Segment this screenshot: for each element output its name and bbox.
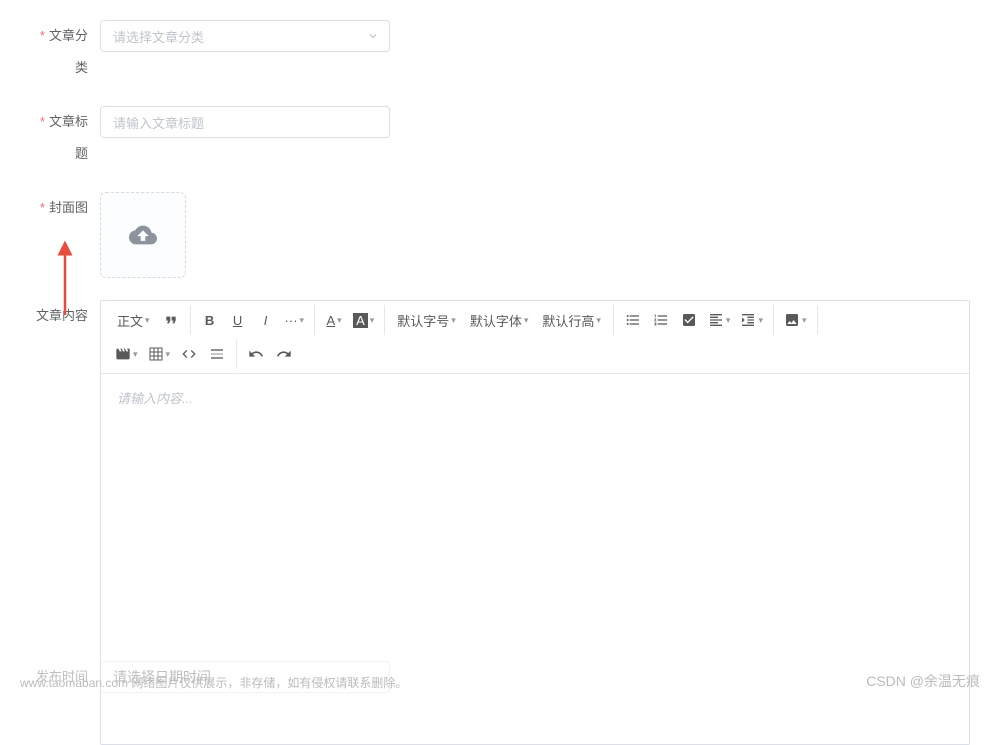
- title-input[interactable]: 请输入文章标题: [100, 106, 390, 138]
- caret-down-icon: ▾: [300, 315, 305, 326]
- cover-content: [100, 192, 970, 278]
- caret-down-icon: ▾: [337, 315, 342, 326]
- font-size-select[interactable]: 默认字号▾: [391, 307, 462, 333]
- toolbar-row-2: ▾ ▾: [105, 335, 965, 369]
- cover-label: 封面图: [30, 192, 100, 224]
- bold-button[interactable]: B: [197, 307, 223, 333]
- caret-down-icon: ▾: [451, 315, 456, 326]
- underline-button[interactable]: U: [225, 307, 251, 333]
- category-select[interactable]: 请选择文章分类: [100, 20, 390, 52]
- toolbar-group-history: [237, 339, 303, 369]
- heading-select[interactable]: 正文▾: [111, 307, 156, 333]
- category-row: 文章分类 请选择文章分类: [30, 20, 970, 84]
- bullet-list-button[interactable]: [620, 307, 646, 333]
- caret-down-icon: ▾: [133, 349, 138, 360]
- title-content: 请输入文章标题: [100, 106, 970, 138]
- article-form: 文章分类 请选择文章分类 文章标题 请输入文章标题 封面图: [0, 0, 1000, 745]
- toolbar-group-font: 默认字号▾ 默认字体▾ 默认行高▾: [385, 305, 614, 335]
- caret-down-icon: ▾: [802, 315, 807, 326]
- bg-color-button[interactable]: A▾: [349, 307, 378, 333]
- redo-button[interactable]: [271, 341, 297, 367]
- chevron-down-icon: [367, 30, 379, 42]
- code-button[interactable]: [176, 341, 202, 367]
- line-height-select[interactable]: 默认行高▾: [536, 307, 607, 333]
- toolbar-group-media: ▾: [774, 305, 818, 335]
- caret-down-icon: ▾: [370, 315, 375, 326]
- italic-button[interactable]: I: [253, 307, 279, 333]
- title-placeholder: 请输入文章标题: [113, 113, 204, 132]
- caret-down-icon: ▾: [166, 349, 171, 360]
- toolbar-group-format: B U I ···▾: [191, 305, 316, 335]
- watermark-right: CSDN @余温无痕: [866, 671, 980, 691]
- title-row: 文章标题 请输入文章标题: [30, 106, 970, 170]
- todo-list-button[interactable]: [676, 307, 702, 333]
- table-button[interactable]: ▾: [144, 341, 175, 367]
- cover-row: 封面图: [30, 192, 970, 278]
- font-family-select[interactable]: 默认字体▾: [464, 307, 535, 333]
- category-placeholder: 请选择文章分类: [113, 27, 204, 46]
- ordered-list-button[interactable]: [648, 307, 674, 333]
- watermark-left: www.taomaban.com 网络图片仅供展示，非存储，如有侵权请联系删除。: [20, 674, 407, 691]
- toolbar-group-heading: 正文▾: [105, 305, 191, 335]
- undo-button[interactable]: [243, 341, 269, 367]
- category-label: 文章分类: [30, 20, 100, 84]
- image-button[interactable]: ▾: [780, 307, 811, 333]
- upload-cloud-icon: [129, 221, 157, 249]
- video-button[interactable]: ▾: [111, 341, 142, 367]
- caret-down-icon: ▾: [596, 315, 601, 326]
- caret-down-icon: ▾: [726, 315, 731, 326]
- editor-placeholder: 请输入内容...: [117, 391, 193, 406]
- toolbar-group-color: A▾ A▾: [315, 305, 385, 335]
- font-color-button[interactable]: A▾: [321, 307, 347, 333]
- title-label: 文章标题: [30, 106, 100, 170]
- content-label: 文章内容: [30, 300, 100, 332]
- caret-down-icon: ▾: [145, 315, 150, 326]
- category-content: 请选择文章分类: [100, 20, 970, 52]
- divider-button[interactable]: [204, 341, 230, 367]
- toolbar-group-insert: ▾ ▾: [105, 339, 237, 369]
- editor-toolbar: 正文▾ B U I ···▾ A▾ A▾: [101, 301, 969, 374]
- more-format-button[interactable]: ···▾: [281, 307, 309, 333]
- caret-down-icon: ▾: [524, 315, 529, 326]
- indent-button[interactable]: ▾: [736, 307, 767, 333]
- toolbar-group-list: ▾ ▾: [614, 305, 774, 335]
- align-button[interactable]: ▾: [704, 307, 735, 333]
- cover-upload[interactable]: [100, 192, 186, 278]
- quote-button[interactable]: [158, 307, 184, 333]
- caret-down-icon: ▾: [758, 315, 763, 326]
